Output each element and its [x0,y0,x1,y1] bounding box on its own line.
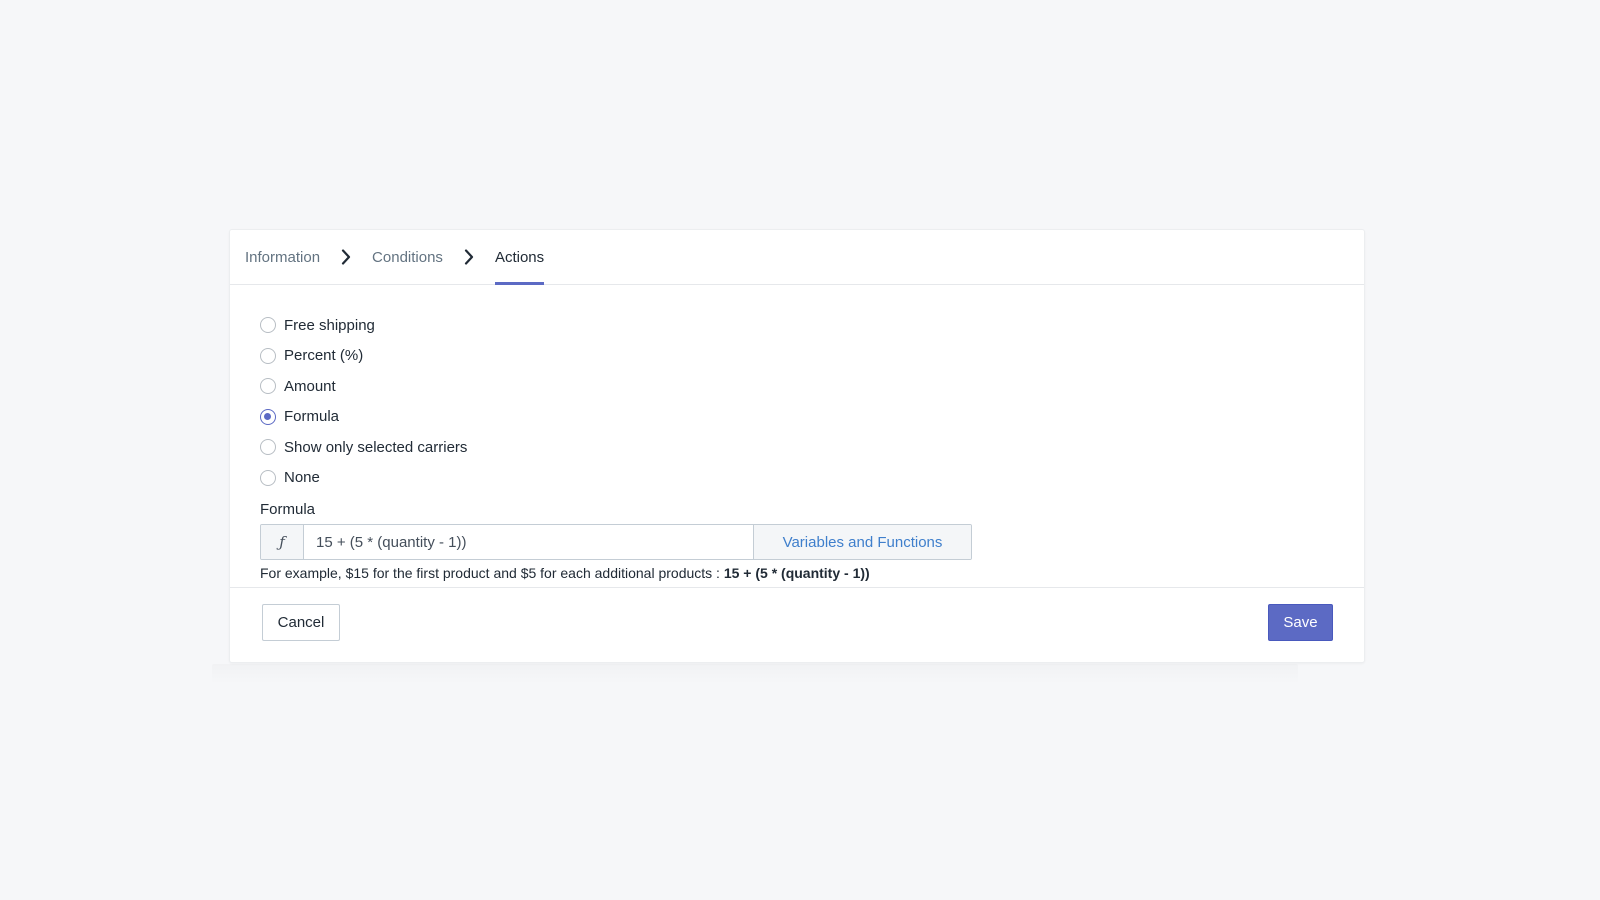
none-radio[interactable] [260,469,276,486]
option-formula[interactable]: Formula [260,402,1334,433]
option-amount[interactable]: Amount [260,371,1334,402]
step-information[interactable]: Information [245,230,320,284]
card-footer: Cancel Save [230,588,1364,662]
rule-editor-card: Information Conditions Actions Free ship… [229,229,1365,663]
formula-option-label: Formula [284,408,340,426]
step-conditions-label: Conditions [372,248,443,266]
save-button[interactable]: Save [1268,604,1333,641]
step-navigation: Information Conditions Actions [230,230,1364,285]
step-actions[interactable]: Actions [494,230,545,285]
free-shipping-label: Free shipping [284,316,375,334]
amount-label: Amount [284,377,336,395]
formula-help-text: For example, $15 for the first product a… [260,565,1334,581]
formula-help-example: 15 + (5 * (quantity - 1)) [723,565,870,581]
actions-form: Free shipping Percent (%) Amount Formula… [230,285,1364,588]
step-information-label: Information [245,248,321,266]
option-free-shipping[interactable]: Free shipping [260,310,1334,341]
formula-input[interactable] [304,525,753,559]
step-conditions[interactable]: Conditions [372,230,443,284]
option-none[interactable]: None [260,463,1334,494]
show-selected-carriers-radio[interactable] [260,439,276,456]
percent-radio[interactable] [260,347,276,364]
formula-help-prefix: For example, $15 for the first product a… [260,565,724,581]
amount-radio[interactable] [260,378,276,395]
free-shipping-radio[interactable] [260,317,276,334]
card-shadow [212,664,1298,684]
function-icon: ƒ [261,525,304,559]
option-percent[interactable]: Percent (%) [260,341,1334,372]
show-selected-carriers-label: Show only selected carriers [284,438,468,456]
cancel-button[interactable]: Cancel [262,604,340,641]
step-actions-label: Actions [494,248,545,266]
formula-radio[interactable] [260,408,276,425]
chevron-right-icon [443,230,495,284]
formula-field-label: Formula [260,501,316,518]
formula-input-group: ƒ Variables and Functions [260,524,972,560]
variables-and-functions-button[interactable]: Variables and Functions [753,525,971,559]
percent-label: Percent (%) [284,347,364,365]
none-label: None [284,469,320,487]
action-type-radio-group: Free shipping Percent (%) Amount Formula… [260,310,1334,493]
chevron-right-icon [320,230,372,284]
option-show-selected-carriers[interactable]: Show only selected carriers [260,432,1334,463]
